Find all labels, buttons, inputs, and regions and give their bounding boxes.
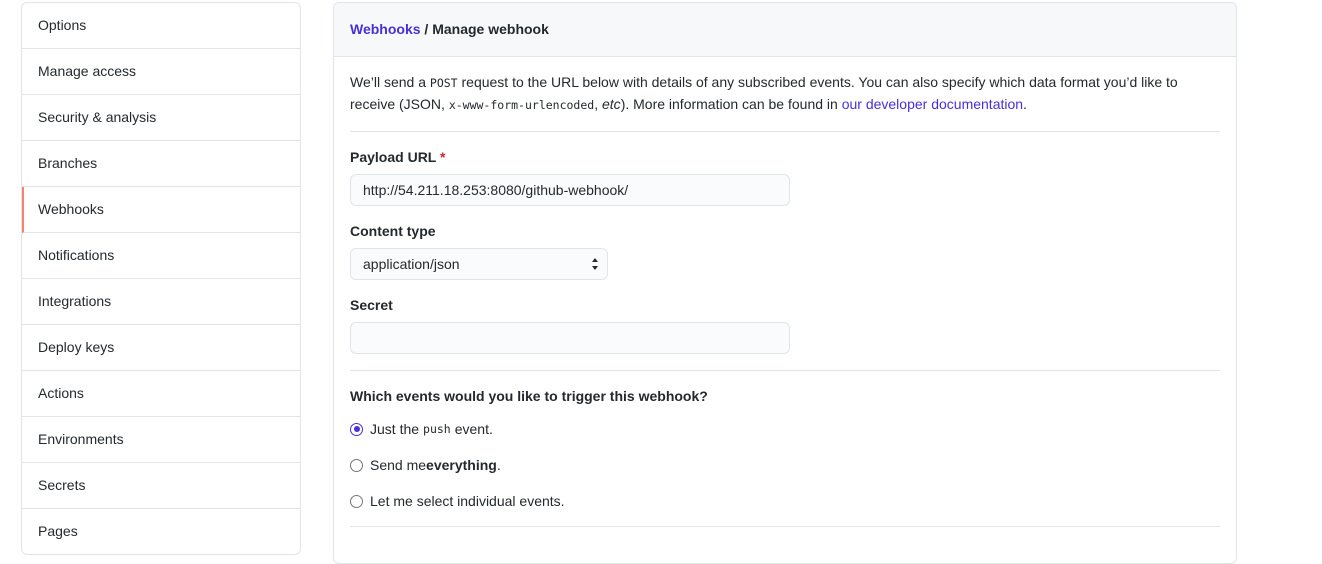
intro-text-part: , [594, 96, 602, 112]
required-marker: * [440, 149, 446, 165]
breadcrumb-separator: / [420, 21, 433, 37]
breadcrumb: Webhooks / Manage webhook [334, 3, 1236, 57]
radio-individual-events[interactable]: Let me select individual events. [350, 490, 1220, 512]
content-type-value: application/json [363, 256, 460, 272]
urlencoded-code: x-www-form-urlencoded [448, 98, 595, 112]
intro-text-part: We’ll send a [350, 74, 430, 90]
sidebar-item-integrations[interactable]: Integrations [22, 279, 300, 325]
payload-url-input[interactable] [350, 174, 790, 206]
divider [350, 370, 1220, 371]
secret-input[interactable] [350, 322, 790, 354]
divider [350, 526, 1220, 527]
content-type-select[interactable]: application/json [350, 248, 608, 280]
breadcrumb-webhooks-link[interactable]: Webhooks [350, 21, 421, 37]
content-type-label: Content type [350, 223, 436, 239]
radio-push-label-pre: Just the [370, 421, 420, 437]
sidebar-item-secrets[interactable]: Secrets [22, 463, 300, 509]
select-arrows-icon [592, 258, 598, 270]
payload-url-label: Payload URL * [350, 149, 1220, 165]
payload-url-label-text: Payload URL [350, 149, 437, 165]
settings-sidebar: Options Manage access Security & analysi… [21, 2, 301, 555]
events-question: Which events would you like to trigger t… [350, 388, 708, 404]
radio-everything[interactable]: Send me everything. [350, 454, 1220, 476]
developer-documentation-link[interactable]: our developer documentation [842, 96, 1023, 112]
post-code: POST [429, 76, 458, 90]
sidebar-item-pages[interactable]: Pages [22, 509, 300, 554]
intro-text-part: ). More information can be found in [620, 96, 842, 112]
sidebar-item-manage-access[interactable]: Manage access [22, 49, 300, 95]
radio-individual-label: Let me select individual events. [370, 493, 565, 509]
panel-body: We’ll send a POST request to the URL bel… [334, 72, 1236, 527]
radio-everything-label-pre: Send me [370, 457, 427, 473]
sidebar-item-actions[interactable]: Actions [22, 371, 300, 417]
webhook-panel: Webhooks / Manage webhook We’ll send a P… [333, 2, 1237, 564]
radio-button-checked[interactable] [350, 422, 363, 436]
sidebar-item-webhooks[interactable]: Webhooks [22, 187, 300, 233]
sidebar-item-environments[interactable]: Environments [22, 417, 300, 463]
radio-everything-label-post: . [496, 457, 501, 473]
radio-push-label-post: event. [454, 421, 493, 437]
radio-button[interactable] [350, 494, 363, 508]
push-code: push [423, 422, 451, 436]
radio-everything-bold: everything [426, 457, 497, 473]
intro-text-part: . [1023, 96, 1027, 112]
sidebar-item-notifications[interactable]: Notifications [22, 233, 300, 279]
sidebar-item-deploy-keys[interactable]: Deploy keys [22, 325, 300, 371]
radio-button[interactable] [350, 458, 363, 472]
secret-label: Secret [350, 297, 393, 313]
sidebar-item-branches[interactable]: Branches [22, 141, 300, 187]
radio-push-event[interactable]: Just the push event. [350, 418, 1220, 440]
sidebar-item-security-analysis[interactable]: Security & analysis [22, 95, 300, 141]
sidebar-item-options[interactable]: Options [22, 3, 300, 49]
intro-text: We’ll send a POST request to the URL bel… [350, 72, 1220, 132]
page-title: Manage webhook [432, 21, 549, 37]
etc-text: etc [602, 96, 621, 112]
